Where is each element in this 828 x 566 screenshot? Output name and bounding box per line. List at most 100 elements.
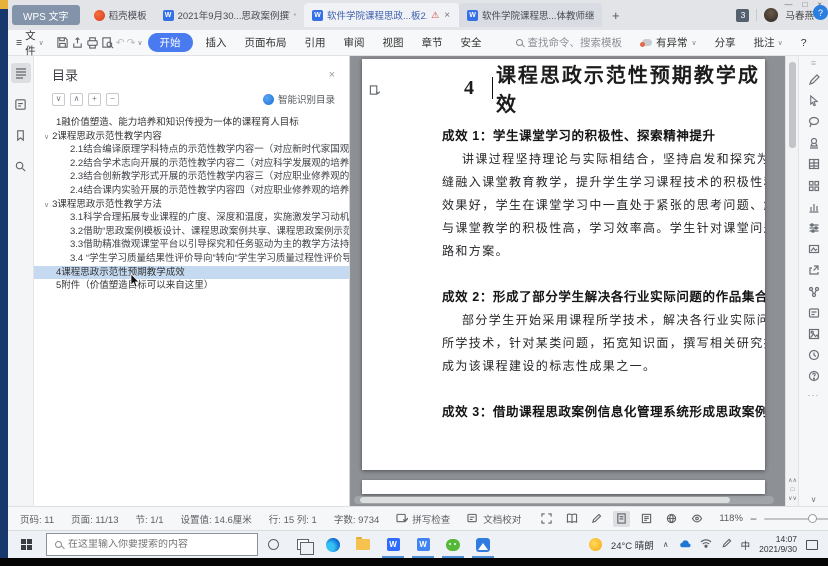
page-select-button[interactable]: □ xyxy=(791,488,795,493)
minimize-button[interactable]: — xyxy=(784,0,792,10)
seal-stamp-icon[interactable] xyxy=(805,136,823,151)
heading-collapse-icon[interactable] xyxy=(369,83,380,101)
more-menu-button[interactable]: ⋮ xyxy=(817,37,828,49)
horizontal-scrollbar-thumb[interactable] xyxy=(360,497,730,503)
toc-item[interactable]: 1融价值塑造、能力培养和知识传授为一体的课程育人目标 xyxy=(34,116,349,130)
layout-grid-icon[interactable] xyxy=(805,178,823,193)
toc-item[interactable]: 2.3结合创新教学形式开展的示范性教学内容三（对应职业修养观的培养目标——… xyxy=(34,170,349,184)
status-word-count[interactable]: 字数: 9734 xyxy=(334,512,379,526)
fullscreen-view-icon[interactable] xyxy=(538,511,555,527)
rail-handle-icon[interactable]: ≡ xyxy=(811,60,816,66)
task-view-button[interactable] xyxy=(288,531,318,558)
toc-close-icon[interactable]: × xyxy=(329,69,335,81)
tab-insert[interactable]: 插入 xyxy=(198,33,235,52)
start-button[interactable] xyxy=(8,531,46,558)
cortana-button[interactable] xyxy=(258,531,288,558)
undo-button[interactable]: ↶ xyxy=(116,34,125,52)
proofread-button[interactable]: 文档校对 xyxy=(467,512,521,526)
share-button[interactable]: 分享 xyxy=(707,35,744,50)
tray-expand-icon[interactable]: ∧ xyxy=(663,540,669,549)
tab-security[interactable]: 安全 xyxy=(453,33,490,52)
eye-protect-icon[interactable] xyxy=(688,511,705,527)
action-center-icon[interactable] xyxy=(806,540,818,550)
tab-section[interactable]: 章节 xyxy=(414,33,451,52)
save-button[interactable] xyxy=(56,34,69,52)
spellcheck-button[interactable]: 拼写检查 xyxy=(396,512,450,526)
zoom-slider[interactable] xyxy=(764,518,828,520)
tab-page-layout[interactable]: 页面布局 xyxy=(237,33,295,52)
app-tab[interactable]: WPS 文字 xyxy=(12,5,80,25)
user-avatar[interactable] xyxy=(764,8,778,22)
picture-tool-icon[interactable] xyxy=(805,326,823,341)
doc-tab-2-active[interactable]: W 软件学院课程思政...板2.0-马春燕 ⚠ × xyxy=(304,3,459,27)
page-view-icon[interactable] xyxy=(613,511,630,527)
print-preview-button[interactable] xyxy=(101,34,114,52)
file-menu[interactable]: ≡ 文件 ∨ xyxy=(16,28,54,58)
chart-tool-icon[interactable] xyxy=(805,199,823,214)
desktop-shortcut-icon[interactable] xyxy=(0,0,8,9)
tab-view[interactable]: 视图 xyxy=(375,33,412,52)
rail-collapse-icon[interactable]: ∨ xyxy=(811,495,817,504)
maximize-button[interactable]: □ xyxy=(802,0,807,10)
toc-item[interactable]: 2.2结合学术志向开展的示范性教学内容二（对应科学发展观的培养目标） xyxy=(34,157,349,171)
zoom-out-button[interactable]: − xyxy=(750,512,757,526)
toc-item-selected[interactable]: 4课程思政示范性预期教学成效 xyxy=(34,266,349,280)
ime-indicator[interactable]: 中 xyxy=(741,538,751,552)
comment-button[interactable]: 批注 ∨ xyxy=(746,35,791,50)
image-edit-icon[interactable] xyxy=(805,242,823,257)
print-button[interactable] xyxy=(86,34,99,52)
doc-tab-docer[interactable]: 稻壳模板 xyxy=(86,3,155,27)
pen-tool-icon[interactable] xyxy=(805,72,823,87)
collapse-all-button[interactable]: ∨ xyxy=(52,93,65,106)
history-clock-icon[interactable] xyxy=(805,348,823,363)
find-replace-icon[interactable] xyxy=(11,156,31,176)
taskbar-search-input[interactable] xyxy=(68,539,228,550)
prev-page-button[interactable]: ∧∧ xyxy=(788,479,797,484)
command-search[interactable]: 查找命令、搜索模板 xyxy=(506,35,633,50)
doc-tab-3[interactable]: W 软件学院课程思...体教师继续完善 xyxy=(459,3,602,27)
toc-item[interactable]: 2.1结合编译原理学科特点的示范性教学内容一（对应新时代家国观的培养目标） xyxy=(34,143,349,157)
lasso-tool-icon[interactable] xyxy=(805,115,823,130)
toc-item[interactable]: ∨3课程思政示范性教学方法 xyxy=(34,198,349,212)
write-mode-icon[interactable] xyxy=(588,511,605,527)
edge-app-button[interactable] xyxy=(318,531,348,558)
table-tool-icon[interactable] xyxy=(805,157,823,172)
zoom-out-toc-button[interactable]: − xyxy=(106,93,119,106)
toc-item[interactable]: 5附件（价值塑造目标可以来自这里） xyxy=(34,279,349,293)
bookmark-icon[interactable] xyxy=(11,125,31,145)
wps-writer-button[interactable]: W xyxy=(408,531,438,558)
wechat-button[interactable] xyxy=(438,531,468,558)
doc-tab-1[interactable]: W 2021年9月30...思政案例撰写专题会 • xyxy=(155,3,304,27)
sync-status-button[interactable]: 有异常 ∨ xyxy=(634,35,705,50)
docs-count-badge[interactable]: 3 xyxy=(736,9,749,22)
web-view-icon[interactable] xyxy=(663,511,680,527)
read-mode-icon[interactable] xyxy=(563,511,580,527)
taskbar-search[interactable] xyxy=(46,533,258,556)
network-icon[interactable] xyxy=(700,538,712,551)
toc-item[interactable]: 3.4 “学生学习质量结果性评价导向”转向“学生学习质量过程性评价导向”的教… xyxy=(34,252,349,266)
settings-sliders-icon[interactable] xyxy=(805,221,823,236)
new-tab-button[interactable]: + xyxy=(602,8,630,23)
flowchart-icon[interactable] xyxy=(805,284,823,299)
user-name[interactable]: 马春燕 xyxy=(785,8,814,22)
file-explorer-button[interactable] xyxy=(348,531,378,558)
help-button[interactable]: ? xyxy=(793,37,815,49)
notes-icon[interactable] xyxy=(11,94,31,114)
tab-close-icon[interactable]: × xyxy=(443,10,451,21)
export-button[interactable] xyxy=(71,34,84,52)
toc-item[interactable]: 3.3借助精准微观课堂平台以引导探究和任务驱动为主的教学方法持续推进情况 xyxy=(34,238,349,252)
weather-sun-icon[interactable] xyxy=(589,538,602,551)
more-tools-icon[interactable]: ··· xyxy=(808,390,820,400)
help-circle-icon[interactable] xyxy=(805,369,823,384)
tab-home[interactable]: 开始 xyxy=(148,33,193,52)
weather-text[interactable]: 24°C 晴朗 xyxy=(611,538,654,552)
assistant-bubble[interactable]: ? xyxy=(813,5,828,20)
zoom-in-toc-button[interactable]: + xyxy=(88,93,101,106)
smart-toc-button[interactable]: 智能识别目录 xyxy=(263,92,335,106)
export-share-icon[interactable] xyxy=(805,263,823,278)
zoom-slider-knob[interactable] xyxy=(808,514,817,523)
onedrive-icon[interactable] xyxy=(678,539,691,551)
redo-button[interactable]: ↷ xyxy=(127,34,136,52)
outline-view-icon[interactable] xyxy=(638,511,655,527)
toc-item[interactable]: ∨2课程思政示范性教学内容 xyxy=(34,130,349,144)
